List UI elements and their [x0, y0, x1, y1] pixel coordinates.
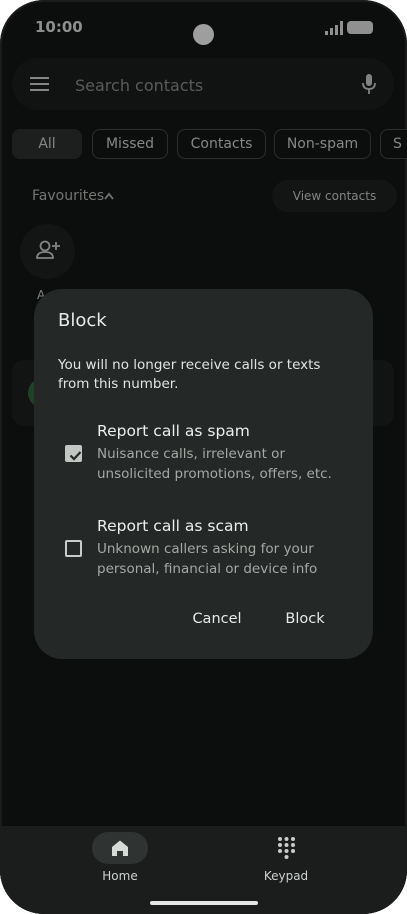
- checkmark-icon: [69, 451, 82, 461]
- phone-screen: 10:00 Search contacts All Missed Contact…: [0, 0, 407, 914]
- dialog-message: You will no longer receive calls or text…: [58, 357, 321, 392]
- nav-keypad-label[interactable]: Keypad: [252, 869, 320, 883]
- nav-home[interactable]: [92, 832, 148, 864]
- report-spam-description: Nuisance calls, irrelevant or unsolicite…: [97, 446, 332, 482]
- report-scam-title[interactable]: Report call as scam: [97, 517, 249, 535]
- gesture-bar[interactable]: [150, 901, 258, 905]
- nav-home-label[interactable]: Home: [90, 869, 150, 883]
- report-scam-checkbox[interactable]: [65, 540, 82, 557]
- home-icon: [112, 840, 128, 856]
- dialog-title: Block: [58, 310, 107, 331]
- cancel-button[interactable]: Cancel: [184, 604, 250, 634]
- block-dialog: Block You will no longer receive calls o…: [34, 289, 373, 659]
- report-scam-description: Unknown callers asking for your personal…: [97, 541, 318, 577]
- keypad-icon[interactable]: [277, 836, 296, 860]
- block-button[interactable]: Block: [274, 604, 336, 634]
- report-spam-title[interactable]: Report call as spam: [97, 422, 250, 440]
- report-spam-checkbox[interactable]: [65, 445, 82, 462]
